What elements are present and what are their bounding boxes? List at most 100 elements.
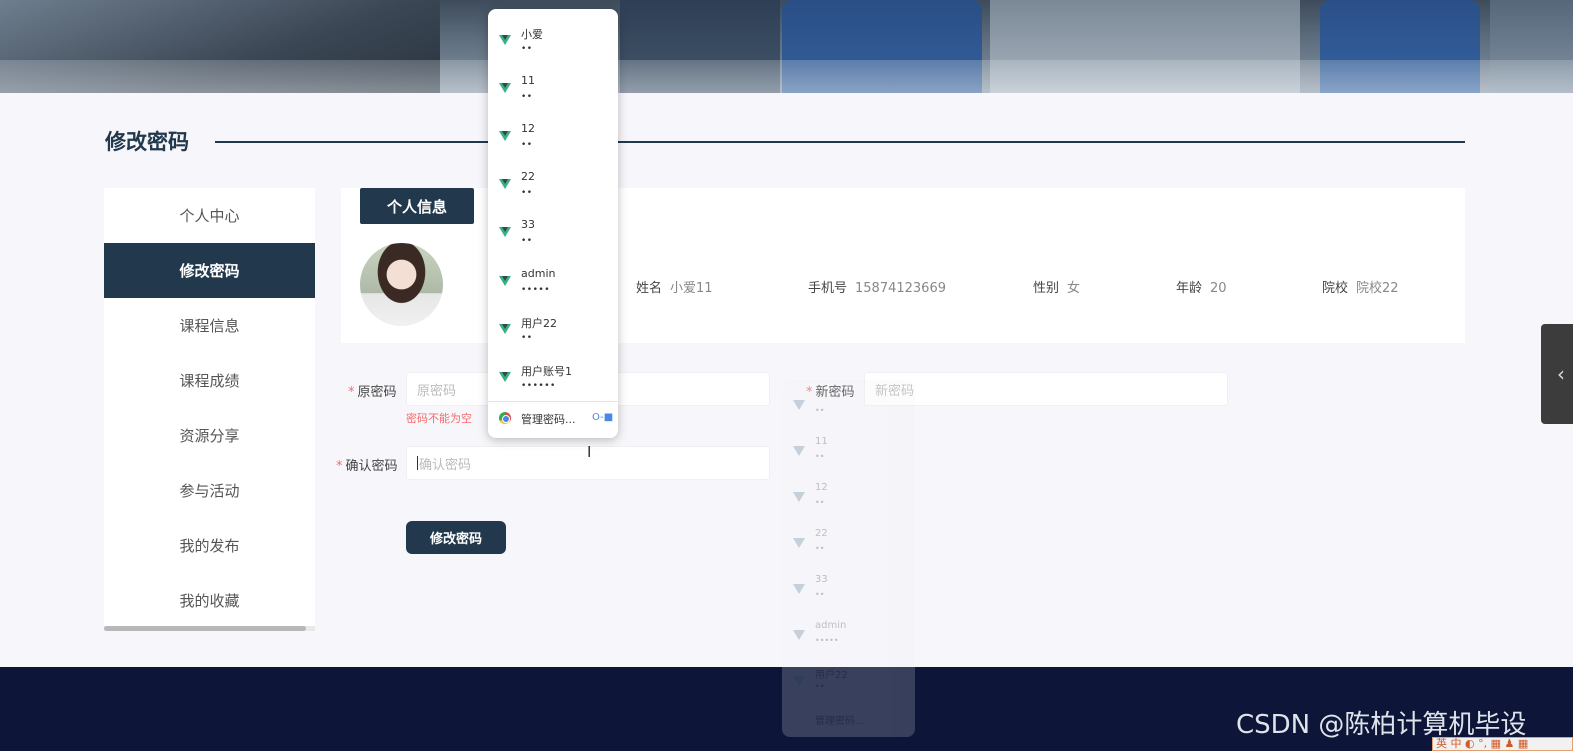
ghost-password: •• <box>815 590 825 599</box>
text-cursor-icon: I <box>587 443 592 461</box>
autofill-password: •••••• <box>521 381 556 391</box>
watermark: CSDN @陈柏计算机毕设 <box>1236 710 1527 740</box>
vue-icon <box>793 584 805 594</box>
profile-age: 年龄 20 <box>1176 277 1227 296</box>
vue-icon <box>499 372 511 382</box>
ghost-password: •• <box>815 544 825 553</box>
autofill-password: •• <box>521 236 533 246</box>
sidebar-scrollbar[interactable] <box>104 626 315 631</box>
vue-icon <box>793 676 805 686</box>
side-panel-toggle[interactable]: ‹ <box>1541 324 1573 424</box>
ghost-manage-label: 管理密码... <box>815 716 865 727</box>
autofill-username: 小爱 <box>521 28 543 41</box>
change-password-button[interactable]: 修改密码 <box>406 521 506 554</box>
profile-age-label: 年龄 <box>1176 281 1203 296</box>
profile-gender: 性别女 <box>1033 277 1080 296</box>
sidebar-item-change-password[interactable]: 修改密码 <box>104 243 315 298</box>
vue-icon <box>499 83 511 93</box>
password-autofill-dropdown: 小爱 •• 11 •• 12 •• 22 •• 33 •• admin ••••• 用户22… <box>488 9 618 438</box>
old-password-placeholder: 原密码 <box>417 383 457 399</box>
profile-phone: 手机号 15874123669 <box>808 277 946 296</box>
vue-icon <box>793 538 805 548</box>
sidebar-item-my-posts[interactable]: 我的发布 <box>104 518 315 573</box>
ghost-username: 33 <box>815 574 828 585</box>
autofill-entry[interactable]: 22 •• <box>488 159 618 207</box>
sidebar-item-resource-share[interactable]: 资源分享 <box>104 408 315 463</box>
confirm-password-label: * 确认密码 <box>336 455 398 474</box>
confirm-password-label-text: 确认密码 <box>345 459 398 474</box>
ghost-password: •• <box>815 682 825 691</box>
autofill-username: 22 <box>521 170 535 183</box>
ghost-password: •• <box>815 406 825 415</box>
profile-name-label: 姓名 <box>636 281 663 296</box>
manage-passwords-item[interactable]: 管理密码... O-■ <box>488 407 618 431</box>
vue-icon <box>499 179 511 189</box>
ghost-password: •• <box>815 452 825 461</box>
vue-icon <box>793 630 805 640</box>
profile-tab[interactable]: 个人信息 <box>360 188 474 224</box>
vue-icon <box>499 35 511 45</box>
autofill-password: •• <box>521 188 533 198</box>
key-icon: O-■ <box>592 412 614 423</box>
autofill-password: ••••• <box>521 285 551 295</box>
vue-icon <box>499 324 511 334</box>
avatar <box>360 243 443 326</box>
vue-icon <box>499 131 511 141</box>
ghost-username: admin <box>815 620 847 631</box>
autofill-entry[interactable]: 用户22 •• <box>488 304 618 352</box>
autofill-dropdown-ghost: •• 11 •• 12 •• 22 •• 33 •• admin ••••• 用户22 ••… <box>782 380 915 737</box>
profile-school-label: 院校 <box>1322 281 1349 296</box>
ghost-entry: 用户22 •• <box>782 656 915 702</box>
autofill-username: 33 <box>521 218 535 231</box>
sidebar-item-course-info[interactable]: 课程信息 <box>104 298 315 353</box>
profile-name-value: 小爱11 <box>670 281 713 296</box>
profile-school-value: 院校22 <box>1356 281 1399 296</box>
profile-gender-value: 女 <box>1067 281 1081 296</box>
vue-icon <box>793 400 805 410</box>
autofill-entry[interactable]: 33 •• <box>488 207 618 255</box>
autofill-username: 11 <box>521 74 535 87</box>
autofill-username: 用户账号1 <box>521 365 572 378</box>
required-mark: * <box>336 459 343 474</box>
sidebar-item-my-favorites[interactable]: 我的收藏 <box>104 573 315 628</box>
autofill-entry[interactable]: admin ••••• <box>488 256 618 304</box>
profile-name: 姓名 小爱11 <box>636 277 713 296</box>
autofill-password: •• <box>521 333 533 343</box>
ghost-entry: 12 •• <box>782 472 915 518</box>
old-password-label-text: 原密码 <box>357 385 397 400</box>
autofill-entry[interactable]: 小爱 •• <box>488 15 618 63</box>
chrome-icon <box>499 412 511 424</box>
old-password-label: * 原密码 <box>348 381 397 400</box>
ghost-username: 12 <box>815 482 828 493</box>
ime-toolbar[interactable]: 英 中 ◐ °, ▦ ♟ ▦ <box>1432 737 1573 751</box>
old-password-error: 密码不能为空 <box>406 412 472 425</box>
ghost-username: 11 <box>815 436 828 447</box>
scrollbar-thumb[interactable] <box>104 626 306 631</box>
vue-icon <box>793 446 805 456</box>
ghost-entry: 33 •• <box>782 564 915 610</box>
text-caret <box>417 456 418 470</box>
profile-age-value: 20 <box>1210 281 1227 296</box>
title-divider <box>215 141 1465 143</box>
dropdown-divider <box>488 401 618 402</box>
vue-icon <box>499 227 511 237</box>
profile-phone-label: 手机号 <box>808 281 848 296</box>
ghost-entry: 22 •• <box>782 518 915 564</box>
sidebar-item-personal-center[interactable]: 个人中心 <box>104 188 315 243</box>
new-password-input[interactable]: 新密码 <box>864 372 1228 406</box>
sidebar-item-course-grades[interactable]: 课程成绩 <box>104 353 315 408</box>
ghost-entry: 11 •• <box>782 426 915 472</box>
confirm-password-placeholder: 确认密码 <box>419 457 472 473</box>
autofill-password: •• <box>521 92 533 102</box>
autofill-password: •• <box>521 44 533 54</box>
autofill-entry[interactable]: 11 •• <box>488 63 618 111</box>
ghost-password: •• <box>815 498 825 507</box>
autofill-entry[interactable]: 用户账号1 •••••• <box>488 352 618 400</box>
sidebar-item-activities[interactable]: 参与活动 <box>104 463 315 518</box>
page-title: 修改密码 <box>105 130 189 154</box>
manage-passwords-label: 管理密码... <box>521 413 576 426</box>
autofill-entry[interactable]: 12 •• <box>488 111 618 159</box>
ghost-username: 22 <box>815 528 828 539</box>
ghost-entry: admin ••••• <box>782 610 915 656</box>
autofill-username: 用户22 <box>521 317 557 330</box>
